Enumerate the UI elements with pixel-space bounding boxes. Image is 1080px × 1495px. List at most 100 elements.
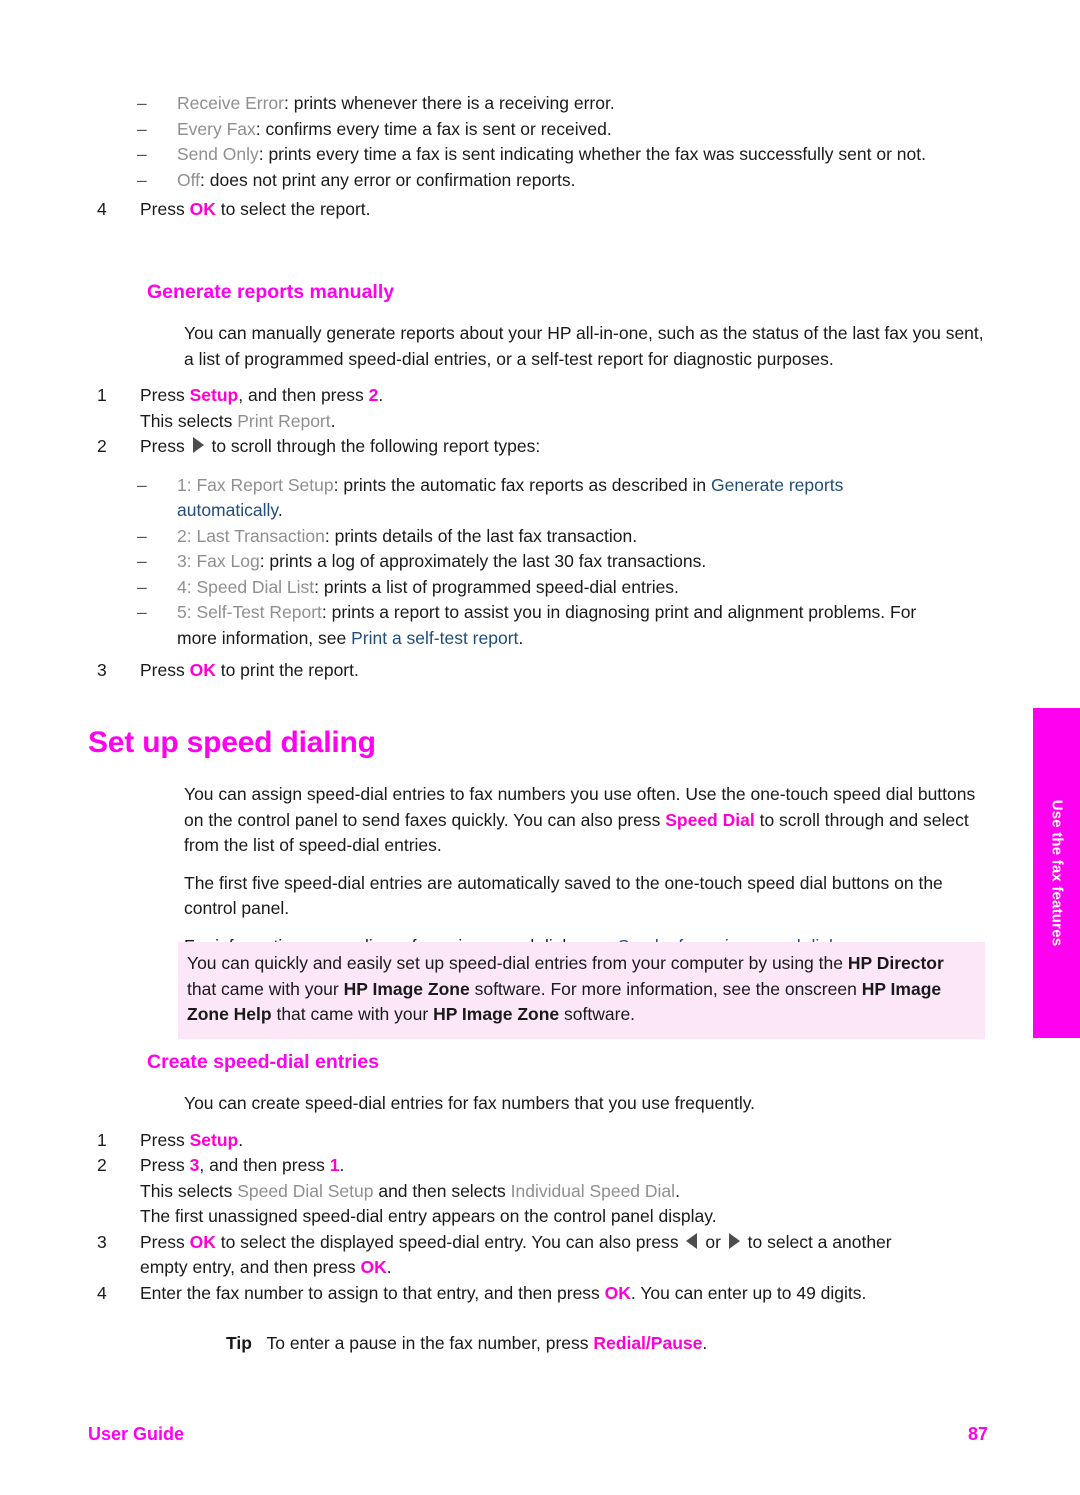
key-label-ok: OK bbox=[360, 1257, 387, 1277]
right-arrow-icon bbox=[192, 437, 204, 453]
ui-term-print-report: Print Report bbox=[237, 410, 331, 431]
product-name-hp-director: HP Director bbox=[847, 953, 944, 973]
step-number: 1 bbox=[97, 385, 107, 405]
step-text-mid: , and then press bbox=[199, 1155, 330, 1175]
note-text-3: software. For more information, see the … bbox=[469, 978, 862, 999]
dash-bullet: – bbox=[137, 93, 147, 113]
list-item: – 3: Fax Log: prints a log of approximat… bbox=[137, 549, 927, 575]
step-text-mid-2: or bbox=[700, 1231, 726, 1252]
ui-term: Receive Error bbox=[177, 93, 284, 113]
step-text-pre: Press bbox=[140, 1231, 190, 1252]
chapter-side-tab: Use the fax features bbox=[1033, 708, 1080, 1038]
step-text-pre: Press bbox=[140, 199, 190, 219]
numbered-step: 4 Enter the fax number to assign to that… bbox=[97, 1281, 897, 1307]
ui-term: 4: Speed Dial List bbox=[177, 576, 315, 597]
page-footer: User Guide 87 bbox=[0, 1424, 1010, 1445]
step-number: 3 bbox=[97, 1231, 107, 1252]
footer-guide-label: User Guide bbox=[88, 1424, 185, 1444]
substep-text-mid: and then selects bbox=[373, 1180, 511, 1201]
key-label-setup: Setup bbox=[189, 385, 239, 405]
key-label-2: 2 bbox=[368, 385, 379, 405]
key-label-1: 1 bbox=[329, 1155, 340, 1175]
generate-reports-manually-section: Generate reports manually You can manual… bbox=[0, 280, 1010, 684]
product-name-hp-image-zone: HP Image Zone bbox=[433, 1004, 560, 1024]
dash-bullet: – bbox=[137, 474, 147, 495]
list-item: – Off: does not print any error or confi… bbox=[137, 168, 927, 194]
dash-bullet: – bbox=[137, 144, 147, 164]
footer-page-number: 87 bbox=[967, 1424, 988, 1444]
substep-text-pre: This selects bbox=[140, 410, 238, 431]
list-item-text: Receive Error: prints whenever there is … bbox=[177, 91, 927, 117]
ui-term: Off bbox=[177, 169, 201, 190]
key-label-setup: Setup bbox=[189, 1129, 239, 1150]
left-arrow-icon bbox=[686, 1232, 698, 1249]
key-label-ok: OK bbox=[189, 1231, 216, 1252]
step-text-pre: Press bbox=[140, 660, 190, 680]
numbered-step: 4 Press OK to select the report. bbox=[97, 197, 897, 223]
intro-paragraph: You can create speed-dial entries for fa… bbox=[184, 1093, 756, 1113]
list-item-text: 3: Fax Log: prints a log of approximatel… bbox=[177, 549, 927, 575]
step-text: Press OK to select the displayed speed-d… bbox=[140, 1230, 897, 1281]
step-text-post: . bbox=[386, 1257, 392, 1277]
numbered-step: 1 Press Setup. bbox=[97, 1128, 897, 1154]
list-item-desc: : prints whenever there is a receiving e… bbox=[283, 93, 615, 113]
step-text-post: . bbox=[238, 1129, 244, 1150]
create-speed-dial-entries-section: Create speed-dial entries You can create… bbox=[0, 1050, 1010, 1357]
dash-bullet: – bbox=[137, 576, 147, 597]
step-text-pre: Press bbox=[140, 1129, 190, 1150]
list-item-tail: . bbox=[518, 627, 524, 648]
list-item: – 5: Self-Test Report: prints a report t… bbox=[137, 600, 927, 651]
ui-term: 1: Fax Report Setup bbox=[177, 474, 334, 495]
list-item-desc: : prints a log of approximately the last… bbox=[259, 551, 707, 571]
ui-term: 3: Fax Log bbox=[177, 551, 260, 571]
step-text: Enter the fax number to assign to that e… bbox=[140, 1281, 897, 1307]
cross-reference-link[interactable]: Print a self-test report bbox=[351, 628, 518, 648]
ui-term: 5: Self-Test Report bbox=[177, 602, 322, 622]
dash-bullet: – bbox=[137, 118, 147, 139]
right-arrow-icon bbox=[728, 1232, 740, 1249]
note-box-text: You can quickly and easily set up speed-… bbox=[187, 951, 976, 1028]
list-item-text: 1: Fax Report Setup: prints the automati… bbox=[177, 473, 927, 524]
tip-text-pre: To enter a pause in the fax number, pres… bbox=[266, 1333, 594, 1353]
step-text: Press Setup, and then press 2. This sele… bbox=[140, 383, 897, 434]
step-text: Press Setup. bbox=[140, 1128, 897, 1154]
list-item-text: Off: does not print any error or confirm… bbox=[177, 168, 927, 194]
numbered-step: 1 Press Setup, and then press 2. This se… bbox=[97, 383, 897, 434]
list-item-text: 4: Speed Dial List: prints a list of pro… bbox=[177, 575, 927, 601]
document-page: Use the fax features – Receive Error: pr… bbox=[0, 0, 1080, 1495]
step-text-post: . You can enter up to 49 digits. bbox=[630, 1282, 867, 1303]
ui-term-speed-dial-setup: Speed Dial Setup bbox=[237, 1180, 374, 1201]
substep-text-display: The first unassigned speed-dial entry ap… bbox=[140, 1206, 717, 1226]
step-text-post: . bbox=[339, 1155, 345, 1175]
list-item: – 1: Fax Report Setup: prints the automa… bbox=[137, 473, 927, 524]
section-heading-generate-reports-manually: Generate reports manually bbox=[147, 281, 395, 303]
list-item-text: Every Fax: confirms every time a fax is … bbox=[177, 117, 927, 143]
step-text: Press to scroll through the following re… bbox=[140, 434, 897, 460]
list-item-desc: : does not print any error or confirmati… bbox=[200, 169, 576, 190]
list-item-desc: : prints every time a fax is sent indica… bbox=[258, 144, 926, 164]
numbered-step: 3 Press OK to select the displayed speed… bbox=[97, 1230, 897, 1281]
dash-bullet: – bbox=[137, 169, 147, 190]
list-item-text: 2: Last Transaction: prints details of t… bbox=[177, 524, 927, 550]
note-text-5: software. bbox=[559, 1004, 636, 1024]
ui-term: 2: Last Transaction bbox=[177, 525, 325, 546]
substep-text-pre: This selects bbox=[140, 1180, 238, 1201]
list-item: – Receive Error: prints whenever there i… bbox=[137, 91, 927, 117]
key-label-ok: OK bbox=[189, 199, 216, 219]
page-title: Set up speed dialing bbox=[88, 726, 376, 759]
step-text-mid: , and then press bbox=[238, 385, 369, 405]
set-up-speed-dialing-section: Set up speed dialing You can assign spee… bbox=[0, 726, 1010, 959]
dash-bullet: – bbox=[137, 525, 147, 546]
substep-text-post: . bbox=[330, 410, 336, 431]
chapter-side-tab-label: Use the fax features bbox=[1048, 799, 1065, 947]
key-label-speed-dial: Speed Dial bbox=[665, 809, 755, 830]
numbered-step: 2 Press 3, and then press 1. This select… bbox=[97, 1153, 897, 1230]
step-number: 2 bbox=[97, 436, 107, 456]
list-item: – 2: Last Transaction: prints details of… bbox=[137, 524, 927, 550]
step-text: Press 3, and then press 1. This selects … bbox=[140, 1153, 897, 1230]
dash-bullet: – bbox=[137, 551, 147, 571]
report-types-list: – 1: Fax Report Setup: prints the automa… bbox=[0, 473, 1010, 652]
section-heading-create-speed-dial-entries: Create speed-dial entries bbox=[147, 1051, 379, 1073]
tip-line: Tip To enter a pause in the fax number, … bbox=[226, 1331, 986, 1357]
note-text-4: that came with your bbox=[271, 1004, 434, 1024]
